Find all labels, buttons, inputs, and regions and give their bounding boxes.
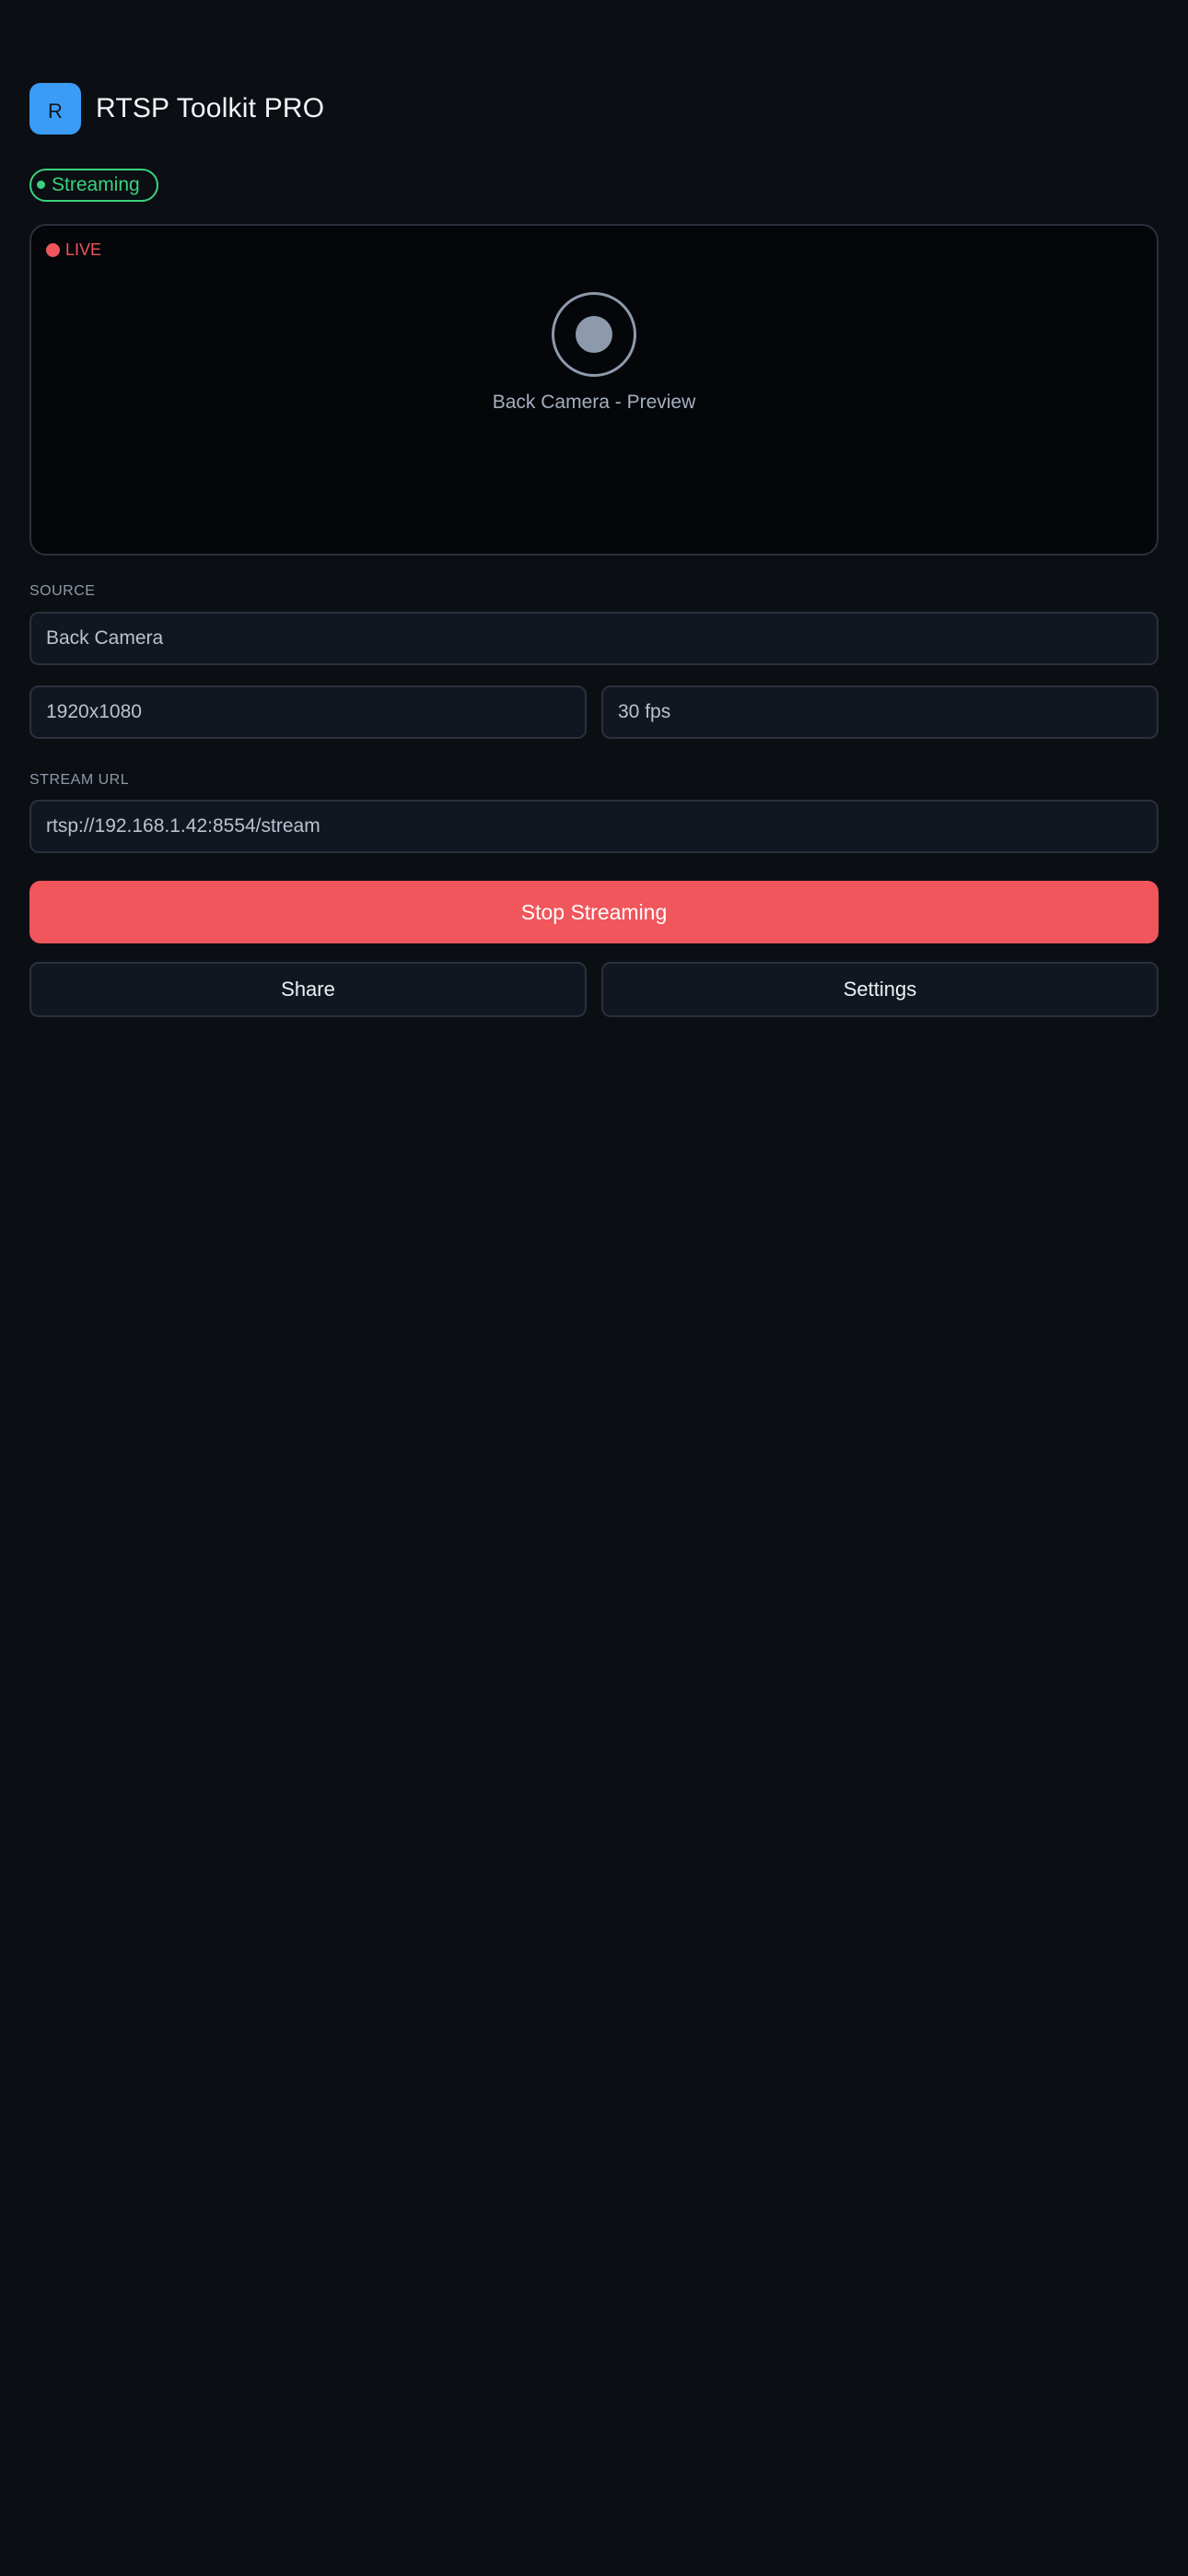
stream-url-field[interactable]: rtsp://192.168.1.42:8554/stream — [29, 800, 1159, 853]
camera-lens-icon — [552, 292, 636, 377]
live-dot-icon — [46, 243, 60, 257]
resolution-select[interactable]: 1920x1080 — [29, 685, 587, 739]
app-header: R RTSP Toolkit PRO — [29, 83, 324, 135]
live-label: LIVE — [65, 240, 102, 259]
frame-rate-select[interactable]: 30 fps — [601, 685, 1159, 739]
settings-button[interactable]: Settings — [601, 962, 1159, 1017]
source-select[interactable]: Back Camera — [29, 612, 1159, 665]
status-label: Streaming — [52, 174, 140, 195]
preview-caption: Back Camera - Preview — [492, 392, 696, 413]
camera-preview[interactable]: LIVE Back Camera - Preview — [29, 224, 1159, 556]
stream-url-section-label: STREAM URL — [29, 772, 130, 788]
status-badge: Streaming — [29, 169, 158, 202]
camera-lens-core — [576, 316, 612, 353]
stop-streaming-button[interactable]: Stop Streaming — [29, 881, 1159, 943]
status-dot-icon — [37, 180, 45, 189]
app-title: RTSP Toolkit PRO — [96, 93, 325, 123]
source-section-label: SOURCE — [29, 583, 96, 599]
share-button[interactable]: Share — [29, 962, 587, 1017]
app-logo-letter: R — [48, 100, 63, 123]
app-logo-icon: R — [29, 83, 81, 135]
live-badge: LIVE — [46, 240, 101, 260]
